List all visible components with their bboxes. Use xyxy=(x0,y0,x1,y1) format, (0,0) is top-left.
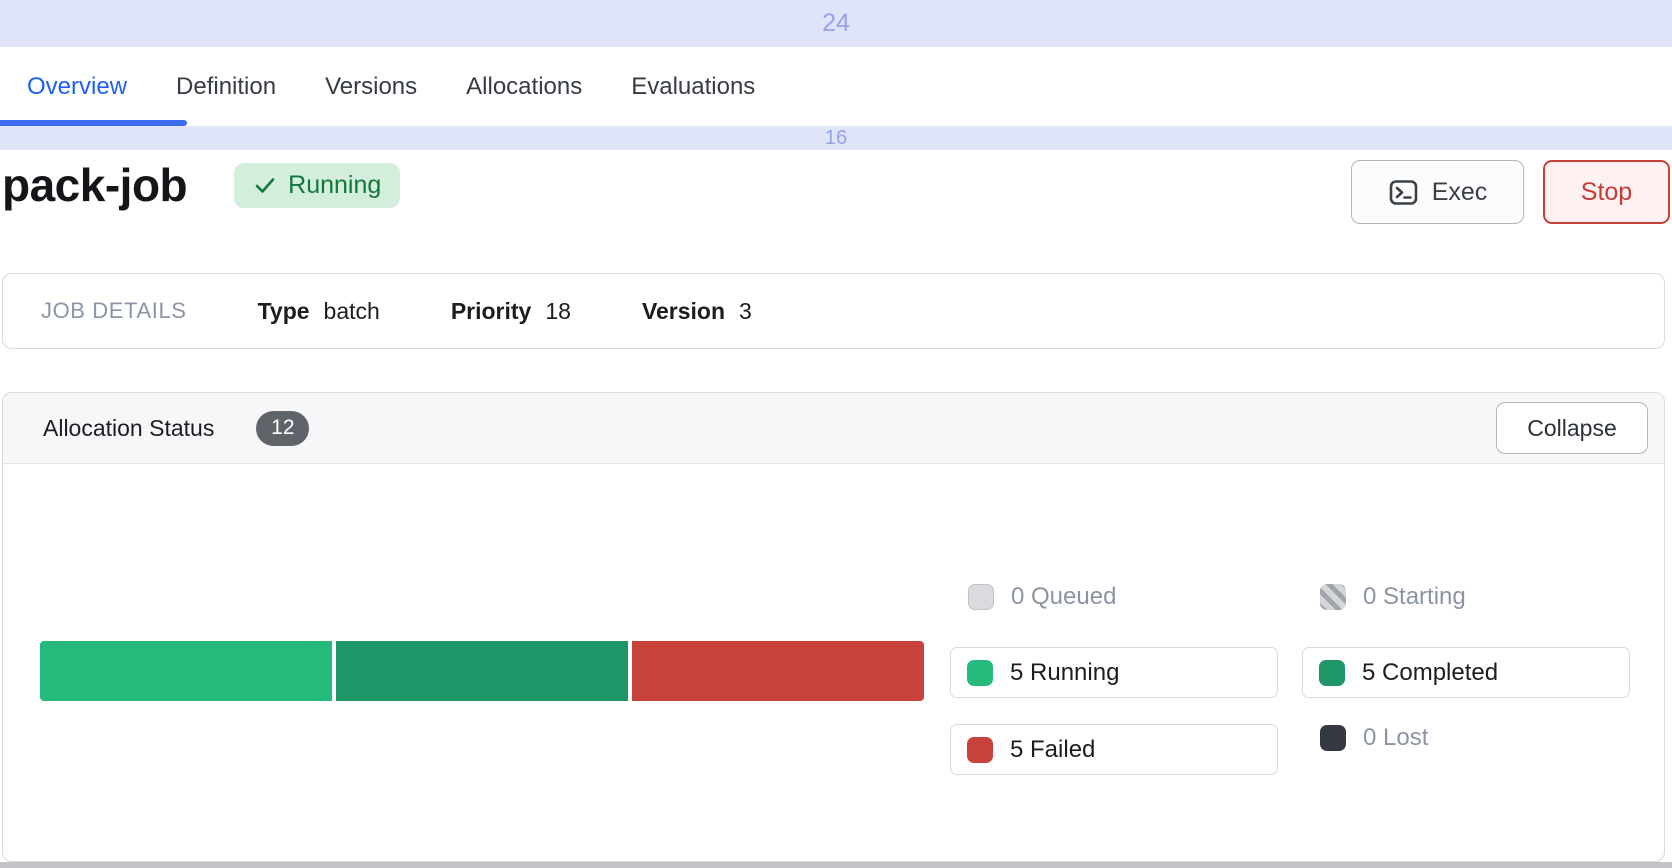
job-details-card: JOB DETAILS Type batch Priority 18 Version 3 xyxy=(2,273,1665,349)
legend-item-starting: 0 Starting xyxy=(1302,583,1630,611)
terminal-icon xyxy=(1388,177,1419,208)
legend-row: 5 Running 5 Completed xyxy=(950,647,1630,698)
job-detail-label: Priority xyxy=(451,298,532,325)
legend-label: 0 Queued xyxy=(1011,583,1116,611)
allocation-count-badge: 12 xyxy=(256,411,309,446)
legend-item-lost: 0 Lost xyxy=(1302,724,1630,752)
spacing-marker-top-label: 24 xyxy=(822,9,850,38)
collapse-button-label: Collapse xyxy=(1527,415,1617,442)
tab-evaluations[interactable]: Evaluations xyxy=(631,73,755,101)
allocation-status-card: Allocation Status 12 Collapse 0 Queued0 … xyxy=(2,392,1665,862)
running-swatch-icon xyxy=(967,660,993,686)
allocation-status-title: Allocation Status xyxy=(43,415,214,442)
tab-overview[interactable]: Overview xyxy=(27,73,127,101)
exec-button[interactable]: Exec xyxy=(1351,160,1524,224)
tab-definition[interactable]: Definition xyxy=(176,73,276,101)
allocation-chart-area: 0 Queued0 Starting5 Running5 Completed5 … xyxy=(3,464,1664,861)
bar-segment-failed[interactable] xyxy=(632,641,924,701)
completed-swatch-icon xyxy=(1319,660,1345,686)
legend-item-running[interactable]: 5 Running xyxy=(950,647,1278,698)
tab-versions[interactable]: Versions xyxy=(325,73,417,101)
check-icon xyxy=(253,173,277,197)
starting-swatch-icon xyxy=(1320,584,1346,610)
failed-swatch-icon xyxy=(967,737,993,763)
tab-bar: Overview Definition Versions Allocations Eva… xyxy=(0,47,1672,126)
job-detail-value: 3 xyxy=(739,298,752,325)
allocation-legend: 0 Queued0 Starting5 Running5 Completed5 … xyxy=(950,583,1630,775)
legend-item-failed[interactable]: 5 Failed xyxy=(950,724,1278,775)
legend-label: 5 Failed xyxy=(1010,736,1095,764)
allocation-status-header: Allocation Status 12 Collapse xyxy=(3,393,1664,464)
job-detail-value: batch xyxy=(324,298,380,325)
job-detail-priority: Priority 18 xyxy=(451,298,571,325)
page-bottom-edge xyxy=(0,862,1672,868)
legend-item-queued: 0 Queued xyxy=(950,583,1278,611)
lost-swatch-icon xyxy=(1320,725,1346,751)
spacing-marker-middle-label: 16 xyxy=(825,127,847,150)
stop-button[interactable]: Stop xyxy=(1543,160,1670,224)
spacing-marker-top: 24 xyxy=(0,0,1672,47)
legend-row: 0 Queued 0 Starting xyxy=(950,583,1630,611)
legend-label: 5 Completed xyxy=(1362,659,1498,687)
allocation-bar xyxy=(40,641,924,701)
job-detail-type: Type batch xyxy=(258,298,380,325)
page-header: pack-job Running xyxy=(2,158,400,212)
job-detail-version: Version 3 xyxy=(642,298,752,325)
legend-item-completed[interactable]: 5 Completed xyxy=(1302,647,1630,698)
tab-allocations[interactable]: Allocations xyxy=(466,73,582,101)
stop-button-label: Stop xyxy=(1581,178,1632,207)
job-detail-label: Version xyxy=(642,298,725,325)
queued-swatch-icon xyxy=(968,584,994,610)
spacing-marker-middle: 16 xyxy=(0,126,1672,150)
legend-label: 5 Running xyxy=(1010,659,1119,687)
page-title: pack-job xyxy=(2,158,187,212)
job-details-section-label: JOB DETAILS xyxy=(41,298,187,324)
bar-segment-completed[interactable] xyxy=(336,641,628,701)
status-badge: Running xyxy=(234,163,400,208)
legend-label: 0 Starting xyxy=(1363,583,1466,611)
collapse-button[interactable]: Collapse xyxy=(1496,402,1648,454)
bar-segment-running[interactable] xyxy=(40,641,332,701)
job-detail-label: Type xyxy=(258,298,310,325)
status-badge-label: Running xyxy=(288,171,381,200)
legend-label: 0 Lost xyxy=(1363,724,1428,752)
job-detail-value: 18 xyxy=(545,298,571,325)
legend-row: 5 Failed 0 Lost xyxy=(950,724,1630,775)
exec-button-label: Exec xyxy=(1432,178,1488,207)
